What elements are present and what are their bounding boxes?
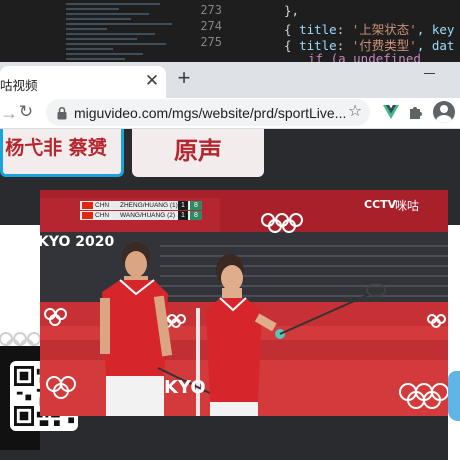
current-points: 8: [190, 211, 202, 220]
current-points: 8: [190, 201, 202, 210]
flag-icon: [82, 202, 93, 209]
tab-title: 咕视频: [0, 79, 38, 93]
commentator-label: 原声: [174, 136, 222, 165]
score-row: CHN ZHENG/HUANG (1) 1 8: [80, 201, 202, 210]
vue-devtools-icon[interactable]: [383, 105, 399, 119]
broadcaster-logo: CCTV: [364, 198, 397, 211]
commentator-option[interactable]: 原声: [132, 129, 264, 177]
country-code: CHN: [95, 212, 110, 219]
scoreboard: CHN ZHENG/HUANG (1) 1 8 CHN WANG/HUANG (…: [80, 201, 202, 221]
screenshot: 273 274 275 }, { title: '上架状态', key { ti…: [0, 0, 460, 460]
team-name: ZHENG/HUANG (1): [120, 202, 178, 209]
url-text: miguvideo.com/mgs/website/prd/sportLive.…: [74, 105, 347, 121]
mascot-image: [448, 371, 460, 421]
address-bar[interactable]: miguvideo.com/mgs/website/prd/sportLive.…: [46, 99, 370, 126]
profile-icon[interactable]: [433, 101, 455, 123]
venue-signage: KYO 2020: [40, 234, 115, 250]
flag-icon: [82, 212, 93, 219]
forward-icon[interactable]: →: [0, 103, 18, 123]
browser-toolbar: → ↻ miguvideo.com/mgs/website/prd/sportL…: [0, 98, 460, 128]
team-name: WANG/HUANG (2): [120, 212, 176, 219]
minimize-icon[interactable]: [420, 64, 440, 80]
active-tab[interactable]: 咕视频 ✕: [0, 66, 166, 98]
venue-signage: KYO: [164, 377, 206, 398]
score-row: CHN WANG/HUANG (2) 1 8: [80, 211, 202, 220]
line-number-gutter: 273 274 275: [184, 0, 230, 62]
line-number: 273: [200, 3, 222, 17]
sets-won: 1: [178, 201, 188, 210]
code-line: if (a undefined: [308, 51, 421, 62]
line-number: 274: [200, 19, 222, 33]
live-video-player[interactable]: CHN ZHENG/HUANG (1) 1 8 CHN WANG/HUANG (…: [40, 190, 448, 416]
tab-strip: 咕视频 ✕ +: [0, 62, 460, 98]
commentator-label: 杨弋非 蔡赟: [5, 137, 107, 159]
sets-won: 1: [178, 211, 188, 220]
close-icon[interactable]: ✕: [144, 72, 160, 90]
reload-icon[interactable]: ↻: [16, 102, 36, 122]
code-area[interactable]: }, { title: '上架状态', key { title: '付费类型',…: [284, 0, 460, 62]
line-number: 275: [200, 35, 222, 49]
video-frame: [40, 190, 448, 416]
side-panel-left: [0, 225, 40, 353]
commentator-option-selected[interactable]: 杨弋非 蔡赟: [0, 129, 124, 177]
plus-icon[interactable]: +: [174, 67, 194, 90]
country-code: CHN: [95, 202, 110, 209]
editor-minimap[interactable]: [66, 0, 184, 62]
code-editor: 273 274 275 }, { title: '上架状态', key { ti…: [0, 0, 460, 62]
code-line: },: [284, 3, 300, 18]
lock-icon[interactable]: [56, 106, 68, 120]
star-icon[interactable]: ☆: [346, 102, 364, 122]
stream-brand-logo: 咪咕: [395, 199, 420, 213]
side-panel-right: [448, 225, 460, 460]
puzzle-icon[interactable]: [408, 104, 424, 120]
